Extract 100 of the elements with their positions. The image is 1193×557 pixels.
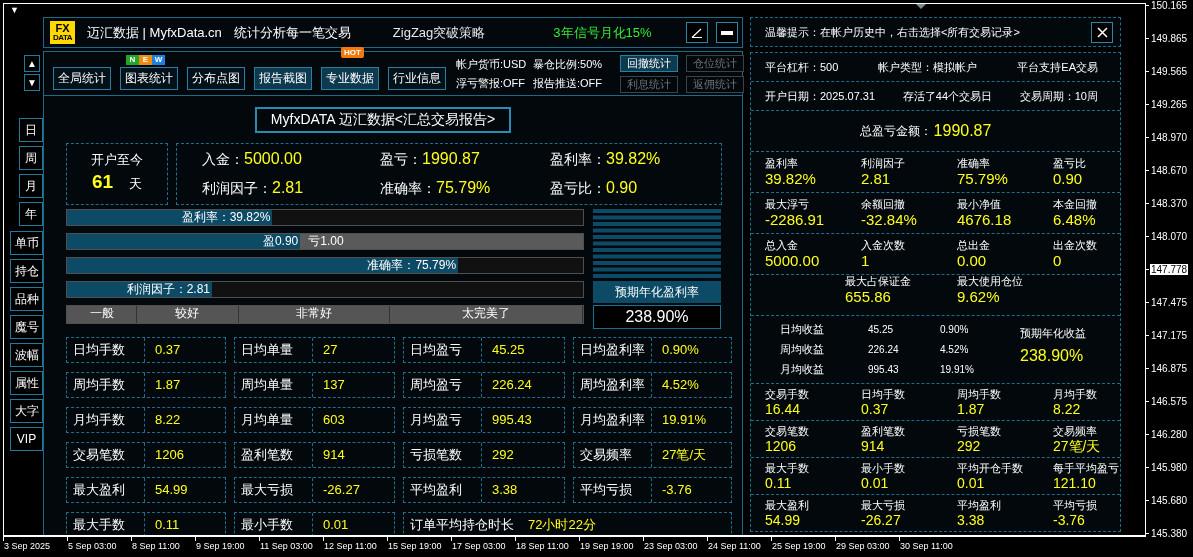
time-label: 11 Sep 03:00: [260, 541, 313, 551]
metric-value: -32.84%: [861, 210, 918, 229]
metric-value: 9.62%: [957, 288, 1001, 306]
average-percent: 19.91%: [940, 363, 975, 376]
tab[interactable]: 专业数据: [321, 67, 379, 90]
stat-value: 3.38: [491, 481, 519, 499]
metric-label: 盈利笔数: [861, 424, 906, 438]
metric-value: 0.01: [957, 474, 986, 491]
signal-text: 3年信号月化15%: [553, 23, 652, 42]
tool-button[interactable]: 品种: [10, 287, 43, 311]
period-button[interactable]: 年: [19, 202, 43, 226]
stat-value: 45.25: [491, 341, 526, 359]
stat-value: 1.87: [154, 376, 182, 394]
account-info: 平台杠杆：500: [765, 59, 839, 75]
stat-value: 19.91%: [661, 411, 708, 429]
tool-button[interactable]: 魔号: [10, 315, 43, 339]
metric-label: 交易手数: [765, 387, 810, 401]
tab[interactable]: 图表统计: [120, 67, 178, 90]
price-label: 150.165: [1150, 0, 1189, 11]
close-button[interactable]: [1091, 21, 1113, 43]
period-button[interactable]: 月: [19, 174, 43, 198]
time-label: 9 Sep 19:00: [196, 541, 245, 551]
badge-tile: N: [126, 55, 139, 65]
stat-label: 日均盈利率: [574, 338, 652, 362]
metric-value: 0.37: [861, 400, 890, 417]
average-label: 周均收益: [780, 343, 825, 356]
metric-value: 914: [861, 437, 886, 454]
stat-label: 日均盈亏: [404, 338, 482, 362]
stat-label: 平均盈利: [404, 478, 482, 502]
tool-button[interactable]: 持仓: [10, 259, 43, 283]
progress-label: 利润因子：2.81: [125, 282, 211, 297]
account-age-unit: 天: [129, 175, 143, 193]
stat-label: 交易频率: [574, 443, 652, 467]
price-label: 149.865: [1150, 33, 1189, 44]
metric-value: 27笔/天: [1053, 437, 1102, 454]
badge-tile: W: [152, 55, 165, 65]
stat-value: 54.99: [154, 481, 189, 499]
price-label: 148.070: [1150, 231, 1189, 242]
rating-level: 较好: [137, 306, 239, 323]
restore-button[interactable]: [686, 22, 708, 43]
metric-label: 出金次数: [1053, 238, 1098, 252]
stat-value: -3.76: [661, 481, 693, 499]
account-info: 平台支持EA交易: [1017, 59, 1098, 75]
progress-label: 盈利率：39.82%: [180, 210, 272, 225]
logo-text: FX: [55, 23, 70, 34]
badge-tile: E: [139, 55, 152, 65]
stats-button[interactable]: 回撤统计: [620, 54, 678, 72]
tab[interactable]: 全局统计: [53, 67, 111, 90]
tab[interactable]: 报告截图: [254, 67, 312, 90]
loss-label: 亏1.00: [307, 234, 345, 249]
stat-label: 最大盈利: [67, 478, 145, 502]
stat-value: 0.90%: [661, 341, 700, 359]
report-title-button[interactable]: MyfxDATA 迈汇数据<汇总交易报告>: [255, 107, 511, 133]
account-info: 帐户类型：模拟帐户: [878, 59, 978, 75]
period-button[interactable]: 周: [19, 146, 43, 170]
tool-button[interactable]: 属性: [10, 371, 43, 395]
logo-text: DATA: [53, 34, 72, 42]
tab[interactable]: 分布点图: [187, 67, 245, 90]
stat-value: 27笔/天: [661, 446, 708, 464]
stat-label: 周均手数: [67, 373, 145, 397]
tool-button[interactable]: 单币: [10, 231, 43, 255]
stat-value: 1206: [154, 446, 185, 464]
summary-label: 盈利率：: [550, 151, 606, 169]
metric-label: 最大使用仓位: [957, 275, 1024, 288]
stat-value: 4.52%: [661, 376, 700, 394]
total-label: 总盈亏金额：: [859, 122, 932, 140]
period-button[interactable]: 日: [19, 118, 43, 142]
time-label: 5 Sep 03:00: [68, 541, 117, 551]
metric-value: 292: [957, 437, 982, 454]
stat-label: 平均亏损: [574, 478, 652, 502]
time-label: 3 Sep 2025: [4, 541, 51, 551]
collapse-arrow[interactable]: ▼: [10, 5, 19, 15]
scroll-up-button[interactable]: ▲: [24, 55, 40, 72]
minimize-icon: [721, 30, 733, 35]
win-label: 盈0.90: [261, 234, 300, 249]
close-icon: [1096, 26, 1108, 38]
stat-label: 最小手数: [235, 513, 313, 535]
metric-label: 日均手数: [861, 387, 906, 401]
summary-value: 1990.87: [422, 150, 480, 168]
metric-value: -26.27: [861, 511, 902, 528]
stat-label: 亏损笔数: [404, 443, 482, 467]
metric-label: 总出金: [957, 238, 991, 252]
tool-button[interactable]: VIP: [10, 427, 43, 451]
tool-button[interactable]: 波幅: [10, 343, 43, 367]
scroll-down-button[interactable]: ▼: [24, 74, 40, 91]
tool-button[interactable]: 大字: [10, 399, 43, 423]
stat-label: 日均单量: [235, 338, 313, 362]
restore-icon: [691, 27, 703, 38]
total-value: 1990.87: [933, 122, 992, 140]
metric-value: 75.79%: [957, 169, 1009, 188]
account-info: 开户日期：2025.07.31: [765, 88, 876, 104]
metric-label: 最大浮亏: [765, 197, 810, 211]
account-info: 存活了44个交易日: [902, 88, 993, 104]
metric-value: 54.99: [765, 511, 802, 528]
metric-value: 655.86: [845, 288, 892, 306]
stat-label: 月均单量: [235, 408, 313, 432]
stat-value: 0.01: [322, 516, 350, 534]
account-setting: 报告推送:OFF: [533, 75, 604, 91]
tab[interactable]: 行业信息: [388, 67, 446, 90]
minimize-button[interactable]: [716, 22, 738, 43]
